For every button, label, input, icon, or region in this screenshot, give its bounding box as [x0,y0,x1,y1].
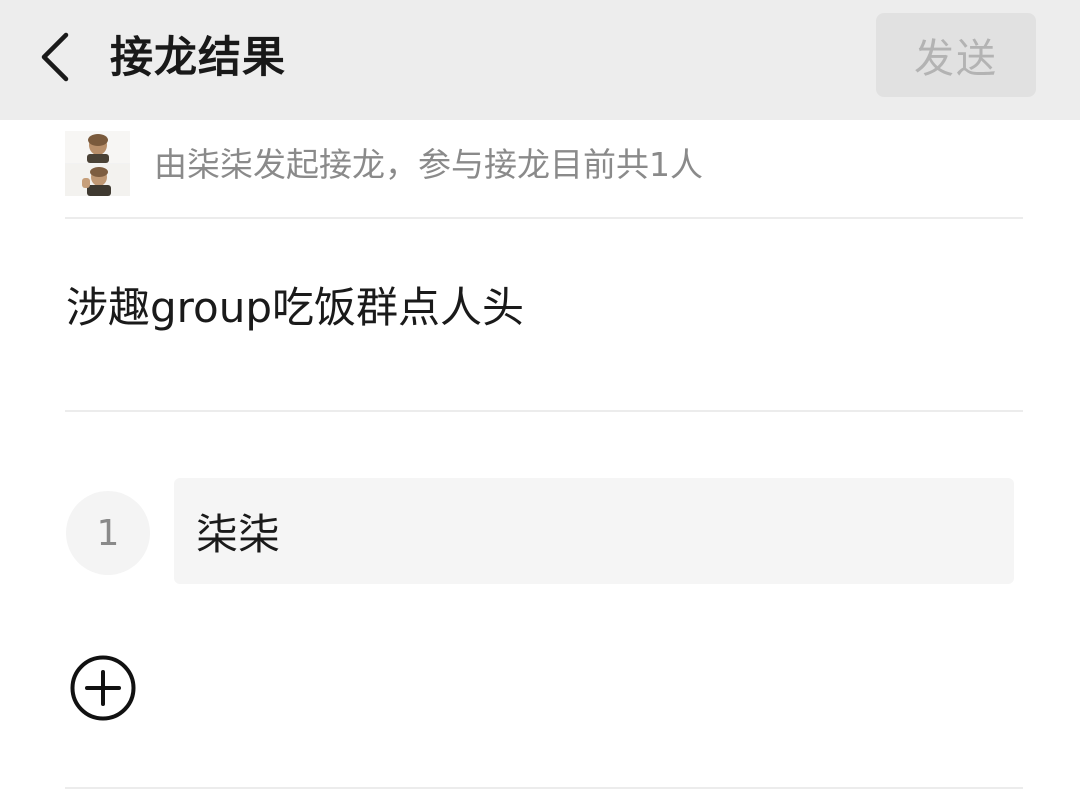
send-button[interactable]: 发送 [876,13,1036,97]
nav-bar: 接龙结果 发送 [0,0,1080,120]
avatar-image [65,131,130,196]
initiator-info: 由柒柒发起接龙，参与接龙目前共1人 [154,145,703,184]
chevron-left-icon [41,32,69,82]
entry-index: 1 [66,491,150,575]
avatar[interactable] [65,131,130,196]
plus-circle-icon [70,655,136,721]
page-title: 接龙结果 [110,33,286,83]
divider [65,410,1023,412]
solitaire-topic: 涉趣group吃饭群点人头 [66,283,524,332]
back-button[interactable] [24,22,88,92]
entry-input[interactable]: 柒柒 [174,478,1014,584]
solitaire-result-page: 接龙结果 发送 由柒柒发起接龙，参与接龙目前共1人 涉趣group吃饭群点人头 … [0,0,1080,790]
entry-name: 柒柒 [196,509,281,559]
divider [65,787,1023,789]
divider [65,217,1023,219]
add-entry-button[interactable] [70,655,136,721]
